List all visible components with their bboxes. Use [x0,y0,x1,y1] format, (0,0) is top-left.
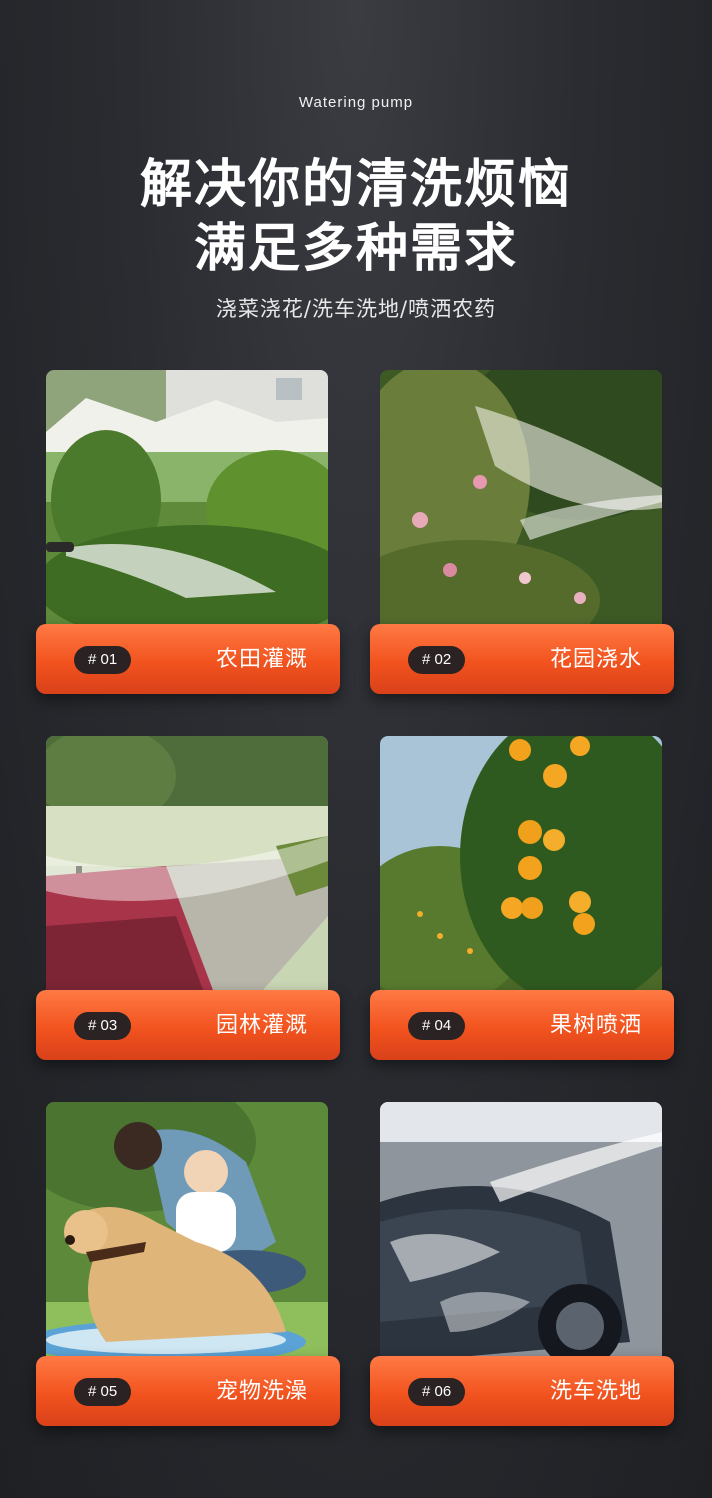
card-number-badge: # 06 [408,1378,466,1406]
english-subtitle: Watering pump [298,94,414,111]
usage-card-pet: # 05 宠物洗澡 [36,1102,340,1430]
usage-card-orchard: # 04 果树喷洒 [370,736,674,1064]
card-number-badge: # 04 [408,1012,466,1040]
usage-card-farmland: # 01 农田灌溉 [36,370,340,698]
card-label: 果树喷洒 [549,1013,642,1038]
card-label: 农田灌溉 [215,647,308,672]
usage-bar-farmland: # 01 农田灌溉 [36,624,340,694]
card-label: 花园浇水 [549,647,642,672]
farmland-photo [46,370,328,632]
usage-bar-car: # 06 洗车洗地 [370,1356,674,1426]
garden-photo [380,370,662,632]
pet-bathing-photo [46,1102,328,1364]
usage-bar-pet: # 05 宠物洗澡 [36,1356,340,1426]
headline-line2: 满足多种需求 [193,219,518,279]
card-number-badge: # 01 [74,646,132,674]
card-label: 宠物洗澡 [215,1379,308,1404]
landscape-photo [46,736,328,998]
card-number-badge: # 03 [74,1012,132,1040]
card-label: 园林灌溉 [215,1013,308,1038]
card-number-badge: # 02 [408,646,466,674]
usage-bar-orchard: # 04 果树喷洒 [370,990,674,1060]
card-number-badge: # 05 [74,1378,132,1406]
card-label: 洗车洗地 [549,1379,642,1404]
usage-bar-garden: # 02 花园浇水 [370,624,674,694]
usage-card-garden: # 02 花园浇水 [370,370,674,698]
orchard-photo [380,736,662,998]
car-washing-photo [380,1102,662,1364]
usage-card-landscape: # 03 园林灌溉 [36,736,340,1064]
usage-bar-landscape: # 03 园林灌溉 [36,990,340,1060]
usage-card-car: # 06 洗车洗地 [370,1102,674,1430]
usage-tagline: 浇菜浇花/洗车洗地/喷洒农药 [215,297,497,321]
